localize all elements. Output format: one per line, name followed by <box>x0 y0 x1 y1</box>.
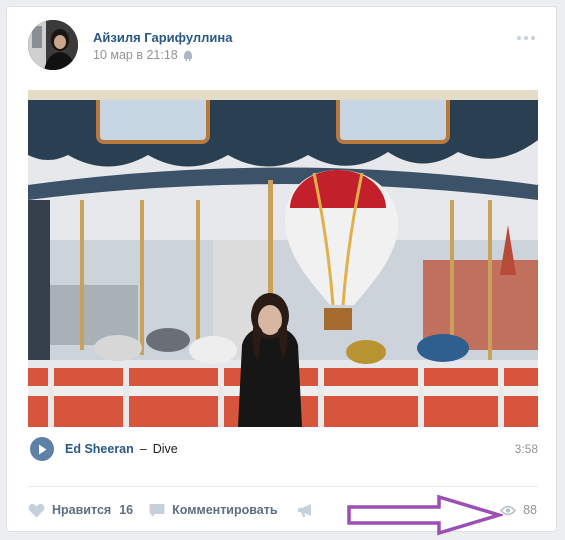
like-button[interactable]: Нравится 16 <box>28 503 133 518</box>
divider <box>28 486 538 487</box>
comment-button[interactable]: Комментировать <box>149 503 278 518</box>
annotation-arrow-icon <box>347 494 503 536</box>
more-dots-icon[interactable] <box>517 36 535 40</box>
like-count: 16 <box>119 503 134 517</box>
audio-attachment: Ed Sheeran – Dive 3:58 <box>28 435 538 463</box>
carousel-photo <box>28 90 538 427</box>
audio-title: Dive <box>152 442 178 456</box>
dot <box>517 36 521 40</box>
play-icon <box>39 444 47 454</box>
post-card: Айзиля Гарифуллина 10 мар в 21:18 Ed She… <box>6 6 557 536</box>
audio-artist[interactable]: Ed Sheeran <box>65 442 134 456</box>
post-date-text: 10 мар в 21:18 <box>93 48 178 62</box>
share-button[interactable] <box>297 503 314 518</box>
comment-icon <box>149 503 165 517</box>
author-name[interactable]: Айзиля Гарифуллина <box>93 30 233 45</box>
comment-label: Комментировать <box>172 503 278 517</box>
avatar[interactable] <box>28 20 78 70</box>
audio-separator: – <box>139 442 147 456</box>
post-date[interactable]: 10 мар в 21:18 <box>93 48 193 62</box>
audio-duration: 3:58 <box>514 442 538 456</box>
views-count: 88 <box>523 503 537 517</box>
avatar-image <box>28 20 78 70</box>
play-button[interactable] <box>30 437 54 461</box>
megaphone-icon <box>297 503 311 517</box>
views-counter: 88 <box>500 503 537 517</box>
heart-icon <box>28 503 45 517</box>
dot <box>531 36 535 40</box>
dot <box>524 36 528 40</box>
like-label: Нравится <box>52 503 112 517</box>
post-photo[interactable] <box>28 90 538 427</box>
android-icon <box>183 50 192 61</box>
